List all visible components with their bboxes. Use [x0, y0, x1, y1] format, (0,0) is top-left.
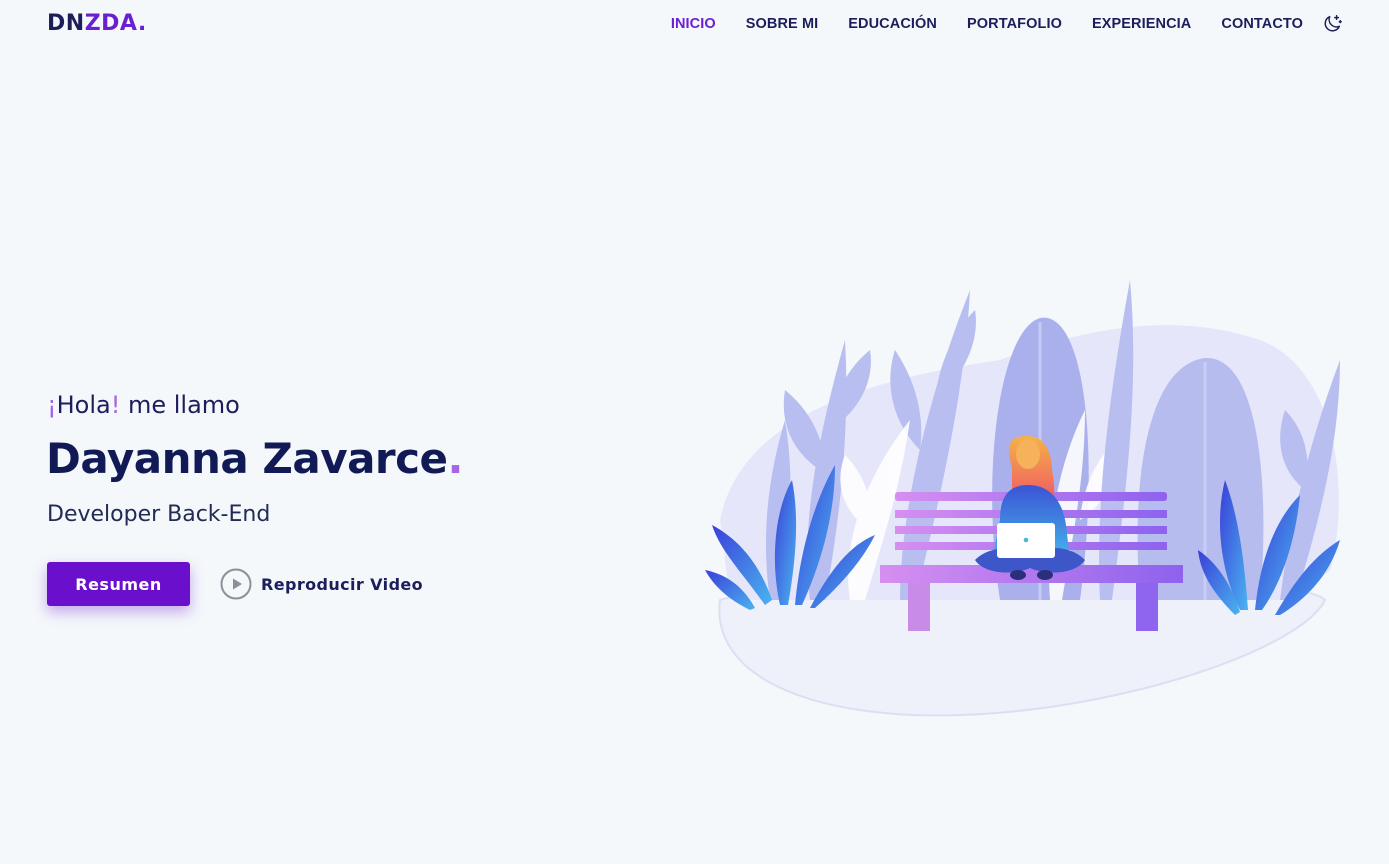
resume-button[interactable]: Resumen — [47, 562, 190, 606]
play-video-label: Reproducir Video — [261, 574, 424, 594]
greeting-rest: me llamo — [120, 391, 240, 419]
main-nav: INICIO SOBRE MI EDUCACIÓN PORTAFOLIO EXP… — [671, 14, 1303, 34]
greeting-hola: Hola — [56, 391, 111, 419]
play-circle-icon — [220, 568, 252, 600]
hero-role: Developer Back-End — [47, 502, 271, 527]
nav-item-contacto[interactable]: CONTACTO — [1221, 14, 1303, 34]
hero-name: Dayanna Zavarce. — [46, 432, 464, 486]
nav-item-inicio[interactable]: INICIO — [671, 14, 716, 34]
nav-item-portafolio[interactable]: PORTAFOLIO — [967, 14, 1062, 34]
hero-name-dot: . — [447, 434, 464, 483]
play-video-link[interactable]: Reproducir Video — [220, 568, 423, 600]
nav-item-sobre-mi[interactable]: SOBRE MI — [746, 14, 819, 34]
hero-name-text: Dayanna Zavarce — [46, 434, 448, 483]
nav-item-experiencia[interactable]: EXPERIENCIA — [1092, 14, 1191, 34]
site-logo[interactable]: DNZDA. — [47, 10, 147, 38]
hero-greeting: ¡Hola! me llamo — [47, 389, 240, 421]
nav-item-educacion[interactable]: EDUCACIÓN — [848, 14, 937, 34]
site-header: DNZDA. INICIO SOBRE MI EDUCACIÓN PORTAFO… — [0, 0, 1389, 48]
greeting-open-exclamation: ¡ — [47, 391, 57, 419]
logo-part-1: DN — [47, 11, 85, 36]
greeting-close-exclamation: ! — [110, 391, 121, 419]
woman-on-bench-illustration — [705, 280, 1340, 717]
moon-icon — [1324, 15, 1342, 32]
theme-toggle-button[interactable] — [1321, 13, 1343, 35]
logo-dot: . — [137, 11, 147, 36]
logo-part-2: ZDA — [84, 11, 138, 36]
